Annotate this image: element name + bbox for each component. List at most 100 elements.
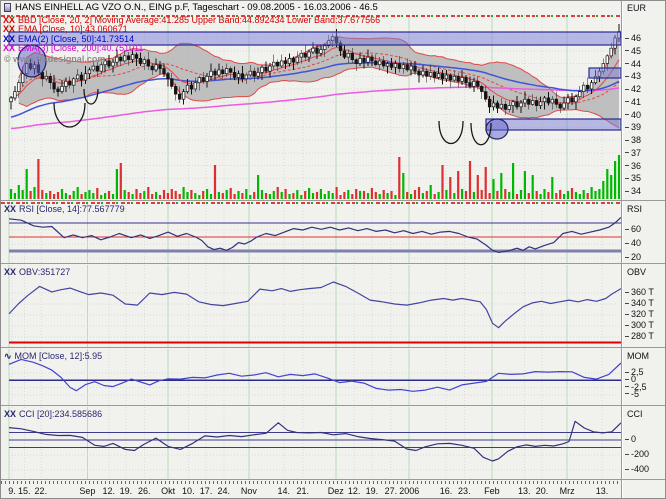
axis-tick-label: 39 [625, 122, 641, 132]
tick-mark [625, 63, 629, 64]
x-axis[interactable]: 9.15.22.Sep12.19.26.Okt10.17.24.Nov14.21… [1, 479, 666, 499]
x-axis-label: 2006 [399, 486, 419, 496]
legend-item-text: EMA(3) [Close, 200]:40.751011 [18, 43, 143, 53]
tick-label-text: 36 [631, 161, 641, 171]
rsi-label-text: RSI [Close, 14]:77.567779 [19, 204, 125, 214]
tick-mark [625, 229, 629, 230]
tick-mark [625, 257, 629, 258]
tick-label-text: 44 [631, 59, 641, 69]
x-axis-label: Feb [484, 486, 500, 496]
axis-gutter-obv[interactable]: OBV 360 T340 T320 T300 T280 T [621, 264, 666, 347]
x-tick-marks [1, 481, 621, 484]
axis-gutter-price[interactable]: 46454443424140393837363534 [621, 15, 666, 200]
obv-label[interactable]: XXOBV:351727 [4, 267, 70, 277]
x-axis-label: 10. [182, 486, 195, 496]
tick-mark [625, 303, 629, 304]
tick-mark [625, 50, 629, 51]
tick-label-text: 0 [631, 434, 636, 444]
axis-tick-label: -400 [625, 464, 649, 474]
mom-line [9, 359, 621, 391]
tick-mark [625, 469, 629, 470]
indicator-legend: XXBBD [Close, 20, 2] Moving Average:41.2… [3, 16, 380, 54]
axis-tick-label: 360 T [625, 287, 654, 297]
tick-mark [625, 152, 629, 153]
x-axis-label: 27. [385, 486, 398, 496]
tick-mark [625, 386, 629, 387]
axis-gutter-mom[interactable]: MOM 2,50-2,5-5 [621, 348, 666, 405]
axis-tick-label: 34 [625, 186, 641, 196]
x-axis-label: 13. [596, 486, 609, 496]
highlight-band[interactable] [589, 68, 621, 78]
tick-label-text: 340 T [631, 298, 654, 308]
obv-line-style-icon: XX [4, 267, 16, 277]
tick-mark [625, 439, 629, 440]
tick-label-text: 60 [631, 224, 641, 234]
title-bar: HANS EINHELL AG VZO O.N., EING p.F, Tage… [1, 1, 665, 15]
tick-label-text: 38 [631, 135, 641, 145]
tick-mark [625, 76, 629, 77]
axis-title-eur: EUR [627, 3, 646, 13]
axis-gutter-rsi[interactable]: RSI 604020 [621, 201, 666, 263]
axis-tick-label: 0 [625, 434, 636, 444]
obv-line [9, 282, 621, 328]
cci-label[interactable]: XXCCI [20]:234.585686 [4, 409, 102, 419]
x-axis-label: Nov [241, 486, 257, 496]
x-axis-label: 23. [458, 486, 471, 496]
axis-tick-label: 41 [625, 97, 641, 107]
cci-label-text: CCI [20]:234.585686 [19, 409, 102, 419]
tick-label-text: -5 [631, 389, 639, 399]
x-axis-label: 9. [8, 486, 16, 496]
axis-tick-label: 340 T [625, 298, 654, 308]
x-axis-label: 12. [102, 486, 115, 496]
tick-mark [625, 393, 629, 394]
x-axis-label: 26. [138, 486, 151, 496]
tick-mark [625, 89, 629, 90]
axis-gutter-cci[interactable]: CCI 0-200-400 [621, 406, 666, 479]
tick-mark [625, 114, 629, 115]
cci-line-style-icon: XX [4, 409, 16, 419]
x-axis-label: 13. [518, 486, 531, 496]
tick-mark [625, 127, 629, 128]
tick-mark [625, 243, 629, 244]
cci-panel: XXCCI [20]:234.585686 CCI 0-200-400 [1, 405, 666, 479]
x-axis-label: 17. [200, 486, 213, 496]
mom-line-style-icon: ∿ [4, 351, 12, 361]
tick-mark [625, 379, 629, 380]
x-axis-label: Dez [328, 486, 344, 496]
axis-tick-label: 42 [625, 84, 641, 94]
tick-label-text: 360 T [631, 287, 654, 297]
axis-tick-label: 44 [625, 59, 641, 69]
obv-label-text: OBV:351727 [19, 267, 70, 277]
legend-item[interactable]: XXEMA(3) [Close, 200]:40.751011 [3, 44, 380, 53]
axis-tick-label: -5 [625, 389, 639, 399]
x-axis-label: Mrz [560, 486, 575, 496]
axis-tick-label: 37 [625, 148, 641, 158]
tick-label-text: 40 [631, 110, 641, 120]
axis-tick-label: 300 T [625, 320, 654, 330]
price-panel: XXBBD [Close, 20, 2] Moving Average:41.2… [1, 15, 666, 200]
indicator-line-style-icon: XX [3, 24, 15, 34]
app-window: HANS EINHELL AG VZO O.N., EING p.F, Tage… [0, 0, 666, 499]
tick-mark [625, 325, 629, 326]
x-axis-label: 12. [348, 486, 361, 496]
axis-title-cci: CCI [627, 409, 643, 419]
tick-label-text: 35 [631, 173, 641, 183]
axis-tick-label: 35 [625, 173, 641, 183]
rsi-panel: XXRSI [Close, 14]:77.567779 RSI 604020 [1, 200, 666, 263]
tick-mark [625, 140, 629, 141]
tick-mark [625, 314, 629, 315]
x-axis-label: 14. [278, 486, 291, 496]
tick-label-text: -400 [631, 464, 649, 474]
x-axis-label: 16. [440, 486, 453, 496]
obv-chart[interactable] [1, 265, 621, 348]
rsi-label[interactable]: XXRSI [Close, 14]:77.567779 [4, 204, 125, 214]
x-axis-label: Okt [161, 486, 175, 496]
mom-label[interactable]: ∿MOM [Close, 12]:5.95 [4, 351, 102, 362]
axis-tick-label: 320 T [625, 309, 654, 319]
axis-title-mom: MOM [627, 351, 649, 361]
tick-label-text: 42 [631, 84, 641, 94]
axis-tick-label: 40 [625, 110, 641, 120]
chart-window-icon [4, 3, 11, 12]
tick-label-text: 40 [631, 238, 641, 248]
tick-label-text: 300 T [631, 320, 654, 330]
